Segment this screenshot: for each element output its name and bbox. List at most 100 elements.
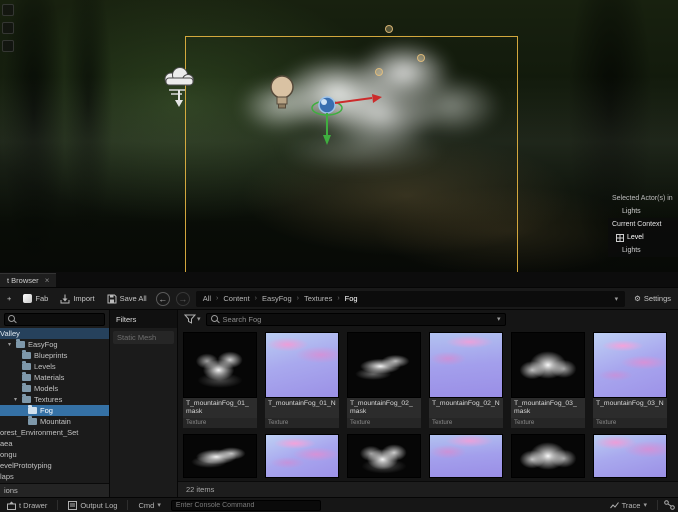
collections-section[interactable]: ions [0, 483, 109, 497]
back-button[interactable]: ← [155, 291, 170, 306]
import-icon [60, 294, 70, 303]
tree-item-levelprototyping[interactable]: evelPrototyping [0, 460, 109, 471]
sources-panel: ▾ Valley ▾ EasyFog Blueprints [0, 310, 110, 497]
status-bar-right: Trace ▾ [606, 499, 675, 512]
asset-tile[interactable]: T_mountainFog_02_mask Texture [347, 332, 421, 428]
asset-tile[interactable] [183, 434, 257, 478]
viewport-icon-3[interactable] [2, 40, 14, 52]
tree-item-fog[interactable]: Fog [0, 405, 109, 416]
asset-tile[interactable]: T_mountainFog_03_N Texture [593, 332, 667, 428]
asset-tile[interactable]: T_mountainFog_02_N Texture [429, 332, 503, 428]
current-level-row: Level [608, 231, 678, 244]
viewport-3d[interactable]: Selected Actor(s) in Lights Current Cont… [0, 0, 678, 272]
add-button[interactable]: + [4, 292, 14, 305]
texture-thumbnail-normal [593, 332, 667, 398]
light-sprite-icon[interactable] [417, 54, 425, 62]
asset-search-input[interactable] [222, 314, 494, 324]
texture-thumbnail-normal [429, 434, 503, 478]
tree-item-levels[interactable]: Levels [0, 361, 109, 372]
texture-thumbnail-mask [347, 332, 421, 398]
light-sprite-icon[interactable] [375, 68, 383, 76]
breadcrumb-all[interactable]: All [203, 294, 211, 303]
breadcrumb-content[interactable]: Content [223, 294, 249, 303]
tree-item-kongu[interactable]: ongu [0, 449, 109, 460]
sources-search-input[interactable] [4, 312, 105, 326]
output-log-icon [68, 500, 78, 510]
tree-item-easyfog[interactable]: ▾ EasyFog [0, 339, 109, 350]
console-command-input[interactable] [170, 499, 321, 511]
save-all-button[interactable]: Save All [104, 292, 150, 306]
cmd-dropdown[interactable]: Cmd ▾ [134, 499, 164, 512]
chevron-down-icon: ▾ [157, 502, 161, 509]
filter-funnel-icon[interactable]: ▾ [184, 314, 201, 324]
tab-label: t Browser [7, 276, 39, 285]
tree-item-models[interactable]: Models [0, 383, 109, 394]
filters-panel: Filters Static Mesh [110, 310, 178, 497]
cmd-label: Cmd [138, 500, 155, 510]
divider [657, 500, 658, 510]
breadcrumb-separator-icon: › [337, 295, 340, 302]
search-icon [8, 314, 17, 324]
content-drawer-label: t Drawer [19, 500, 48, 510]
light-sprite-icon[interactable] [385, 25, 393, 33]
filter-static-mesh[interactable]: Static Mesh [113, 331, 174, 344]
level-icon [616, 233, 624, 242]
texture-thumbnail-normal [429, 332, 503, 398]
transform-gizmo[interactable] [300, 78, 392, 148]
selected-actors-value: Lights [622, 208, 641, 215]
path-dropdown-chevron-icon[interactable]: ▾ [615, 295, 619, 303]
forward-button[interactable]: → [175, 291, 190, 306]
folder-icon [16, 339, 25, 348]
tab-content-browser[interactable]: t Browser × [0, 273, 57, 287]
light-bulb-billboard-icon[interactable] [268, 74, 296, 116]
fog-actor-billboard-icon[interactable] [160, 64, 198, 108]
folder-icon [22, 394, 31, 403]
tab-close-icon[interactable]: × [45, 276, 50, 285]
asset-tile[interactable]: T_mountainFog_01_N Texture [265, 332, 339, 428]
content-drawer-button[interactable]: t Drawer [3, 499, 51, 512]
selected-actors-label: Selected Actor(s) in [612, 195, 673, 202]
asset-tile[interactable] [347, 434, 421, 478]
texture-thumbnail-normal [265, 434, 339, 478]
breadcrumb-easyfog[interactable]: EasyFog [262, 294, 292, 303]
revision-control-icon[interactable] [664, 500, 675, 510]
breadcrumb-fog[interactable]: Fog [345, 294, 358, 303]
folder-icon [22, 350, 31, 359]
viewport-icon-1[interactable] [2, 4, 14, 16]
asset-search-row: ▾ ▾ [178, 310, 678, 328]
trace-dropdown[interactable]: Trace ▾ [606, 499, 651, 512]
tree-item-valley[interactable]: ▾ Valley [0, 328, 109, 339]
panel-tab-bar: t Browser × [0, 272, 678, 287]
tree-item-textures[interactable]: ▾ Textures [0, 394, 109, 405]
selection-bounds-outline [185, 36, 518, 272]
level-label: Level [627, 234, 644, 241]
asset-tile[interactable]: T_mountainFog_01_mask Texture [183, 332, 257, 428]
divider [127, 500, 129, 510]
tree-item-forest-environment-set[interactable]: orest_Environment_Set [0, 427, 109, 438]
texture-thumbnail-normal [265, 332, 339, 398]
settings-button[interactable]: ⚙ Settings [631, 292, 674, 305]
asset-tile[interactable] [429, 434, 503, 478]
save-all-label: Save All [119, 294, 147, 303]
texture-thumbnail-mask [511, 434, 585, 478]
settings-label: Settings [643, 294, 671, 303]
asset-tile[interactable] [593, 434, 667, 478]
folder-tree: ▾ Valley ▾ EasyFog Blueprints [0, 328, 109, 497]
search-options-chevron-icon[interactable]: ▾ [497, 315, 501, 323]
tree-item-gaea[interactable]: aea [0, 438, 109, 449]
viewport-icon-2[interactable] [2, 22, 14, 34]
tree-item-maps[interactable]: laps [0, 471, 109, 482]
output-log-button[interactable]: Output Log [64, 499, 121, 512]
unreal-editor-window: Selected Actor(s) in Lights Current Cont… [0, 0, 678, 512]
fab-button[interactable]: Fab [20, 292, 51, 305]
trace-icon [609, 501, 619, 508]
tree-item-blueprints[interactable]: Blueprints [0, 350, 109, 361]
asset-tile[interactable] [265, 434, 339, 478]
divider [57, 500, 59, 510]
asset-tile[interactable]: T_mountainFog_03_mask Texture [511, 332, 585, 428]
tree-item-materials[interactable]: Materials [0, 372, 109, 383]
tree-item-mountain[interactable]: Mountain [0, 416, 109, 427]
asset-tile[interactable] [511, 434, 585, 478]
breadcrumb-textures[interactable]: Textures [304, 294, 332, 303]
import-button[interactable]: Import [57, 292, 97, 306]
